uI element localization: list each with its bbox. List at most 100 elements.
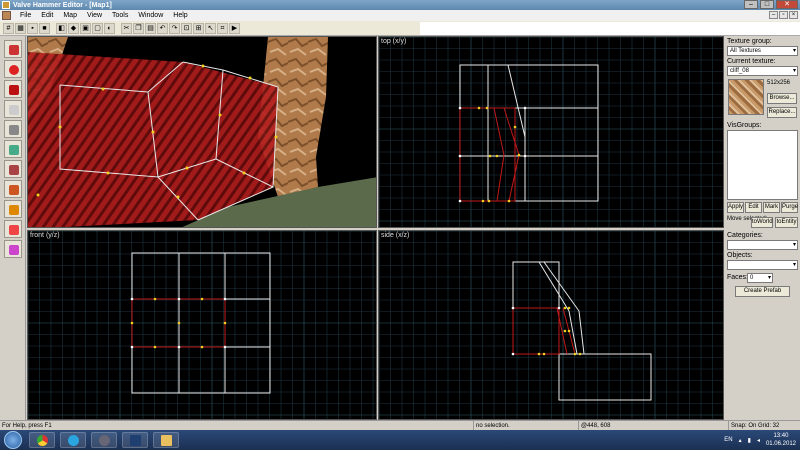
texture-lock-icon[interactable]: ◧ xyxy=(56,22,67,34)
mdi-restore-button[interactable]: ▫ xyxy=(779,11,788,19)
start-button[interactable] xyxy=(4,431,22,449)
maximize-button[interactable]: □ xyxy=(760,0,774,9)
close-button[interactable]: ✕ xyxy=(776,0,798,9)
camera-tool[interactable] xyxy=(4,80,22,98)
3d-scene xyxy=(28,37,376,227)
camera-icon xyxy=(9,85,19,95)
replace-button[interactable]: Replace... xyxy=(767,107,797,118)
texture-tool[interactable] xyxy=(4,140,22,158)
group-icon[interactable]: ▣ xyxy=(80,22,91,34)
entity-icon[interactable]: ⊞ xyxy=(193,22,204,34)
top-grid xyxy=(379,37,723,227)
copy-icon[interactable]: ❐ xyxy=(133,22,144,34)
categories-label: Categories: xyxy=(727,232,763,239)
pointer-icon xyxy=(9,45,19,55)
grid-smaller-icon[interactable]: ▪ xyxy=(27,22,38,34)
visgroups-list[interactable] xyxy=(727,130,798,200)
menu-edit[interactable]: Edit xyxy=(36,12,58,19)
clock[interactable]: 13:40 01.06.2012 xyxy=(766,432,796,448)
taskbar-hammer[interactable] xyxy=(91,432,117,448)
hide-icon[interactable]: ◐ xyxy=(104,22,115,34)
clock-time: 13:40 xyxy=(773,433,789,439)
taskbar-photoshop[interactable] xyxy=(122,432,148,448)
language-indicator[interactable]: EN xyxy=(724,437,732,443)
to-entity-button[interactable]: toEntity xyxy=(775,217,798,228)
entity-tool[interactable] xyxy=(4,100,22,118)
tray-arrow-icon[interactable]: ▴ xyxy=(739,437,742,444)
browse-button[interactable]: Browse... xyxy=(767,93,797,104)
side-grid xyxy=(379,231,723,419)
mdi-close-button[interactable]: × xyxy=(789,11,798,19)
taskbar-chrome[interactable] xyxy=(29,432,55,448)
current-texture-select[interactable]: cliff_08 xyxy=(727,66,798,76)
minimize-button[interactable]: – xyxy=(744,0,758,9)
lightbulb-icon xyxy=(9,105,19,115)
front-view-label: front (y/z) xyxy=(30,232,60,239)
mdi-minimize-button[interactable]: – xyxy=(769,11,778,19)
viewport-3d[interactable] xyxy=(27,36,377,228)
photoshop-icon xyxy=(130,435,141,446)
folder-icon xyxy=(161,435,172,446)
clip-icon xyxy=(9,205,19,215)
select-icon[interactable]: ⌗ xyxy=(217,22,228,34)
network-icon[interactable]: ▮ xyxy=(748,437,751,444)
menu-tools[interactable]: Tools xyxy=(107,12,133,19)
viewport-front[interactable]: front (y/z) xyxy=(27,230,377,420)
categories-select[interactable] xyxy=(727,240,798,250)
create-prefab-button[interactable]: Create Prefab xyxy=(735,286,790,297)
texture-group-select[interactable]: All Textures xyxy=(727,46,798,56)
title-bar: Valve Hammer Editor - [Map1] – □ ✕ xyxy=(0,0,800,10)
taskbar-explorer[interactable] xyxy=(153,432,179,448)
grid-toggle-icon[interactable]: ▦ xyxy=(15,22,26,34)
vertex-tool-icon xyxy=(9,225,19,235)
magnify-tool[interactable] xyxy=(4,60,22,78)
grid-icon[interactable]: # xyxy=(3,22,14,34)
apply-texture-tool[interactable] xyxy=(4,160,22,178)
block-icon xyxy=(9,125,19,135)
chrome-icon xyxy=(37,435,48,446)
menu-file[interactable]: File xyxy=(15,12,36,19)
faces-label: Faces: xyxy=(727,274,749,281)
menu-view[interactable]: View xyxy=(82,12,107,19)
document-icon[interactable] xyxy=(2,11,11,20)
vertex-icon[interactable]: ◆ xyxy=(68,22,79,34)
undo-icon[interactable]: ↶ xyxy=(157,22,168,34)
cursor-icon[interactable]: ↖ xyxy=(205,22,216,34)
carve-icon[interactable]: ⊡ xyxy=(181,22,192,34)
windows-taskbar: EN ▴ ▮ ◂ 13:40 01.06.2012 xyxy=(0,430,800,450)
objects-select[interactable] xyxy=(727,260,798,270)
tool-palette xyxy=(0,36,26,420)
current-texture-label: Current texture: xyxy=(727,58,776,65)
viewport-top[interactable]: top (x/y) xyxy=(378,36,724,228)
cut-icon[interactable]: ✂ xyxy=(121,22,132,34)
mark-button[interactable]: Mark xyxy=(763,202,780,213)
viewport-side[interactable]: side (x/z) xyxy=(378,230,724,420)
selection-tool[interactable] xyxy=(4,40,22,58)
paste-icon[interactable]: ▤ xyxy=(145,22,156,34)
path-tool[interactable] xyxy=(4,240,22,258)
menu-map[interactable]: Map xyxy=(58,12,82,19)
window-title: Valve Hammer Editor - [Map1] xyxy=(13,1,112,9)
to-world-button[interactable]: toWorld xyxy=(751,217,773,228)
ungroup-icon[interactable]: ▢ xyxy=(92,22,103,34)
side-view-label: side (x/z) xyxy=(381,232,410,239)
edit-button[interactable]: Edit xyxy=(745,202,762,213)
block-tool[interactable] xyxy=(4,120,22,138)
purge-button[interactable]: Purge xyxy=(781,202,798,213)
volume-icon[interactable]: ◂ xyxy=(757,437,760,444)
decal-tool[interactable] xyxy=(4,180,22,198)
menu-window[interactable]: Window xyxy=(133,12,168,19)
clip-tool[interactable] xyxy=(4,200,22,218)
top-view-label: top (x/y) xyxy=(381,38,407,45)
apply-button[interactable]: Apply xyxy=(727,202,744,213)
grid-larger-icon[interactable]: ■ xyxy=(39,22,50,34)
taskbar-skype[interactable] xyxy=(60,432,86,448)
vertex-tool[interactable] xyxy=(4,220,22,238)
faces-input[interactable]: 0 xyxy=(747,273,773,283)
hammer-icon xyxy=(99,435,110,446)
redo-icon[interactable]: ↷ xyxy=(169,22,180,34)
side-corner-handles xyxy=(511,306,561,356)
menu-help[interactable]: Help xyxy=(168,12,192,19)
compile-icon[interactable]: ▶ xyxy=(229,22,240,34)
path-icon xyxy=(9,245,19,255)
